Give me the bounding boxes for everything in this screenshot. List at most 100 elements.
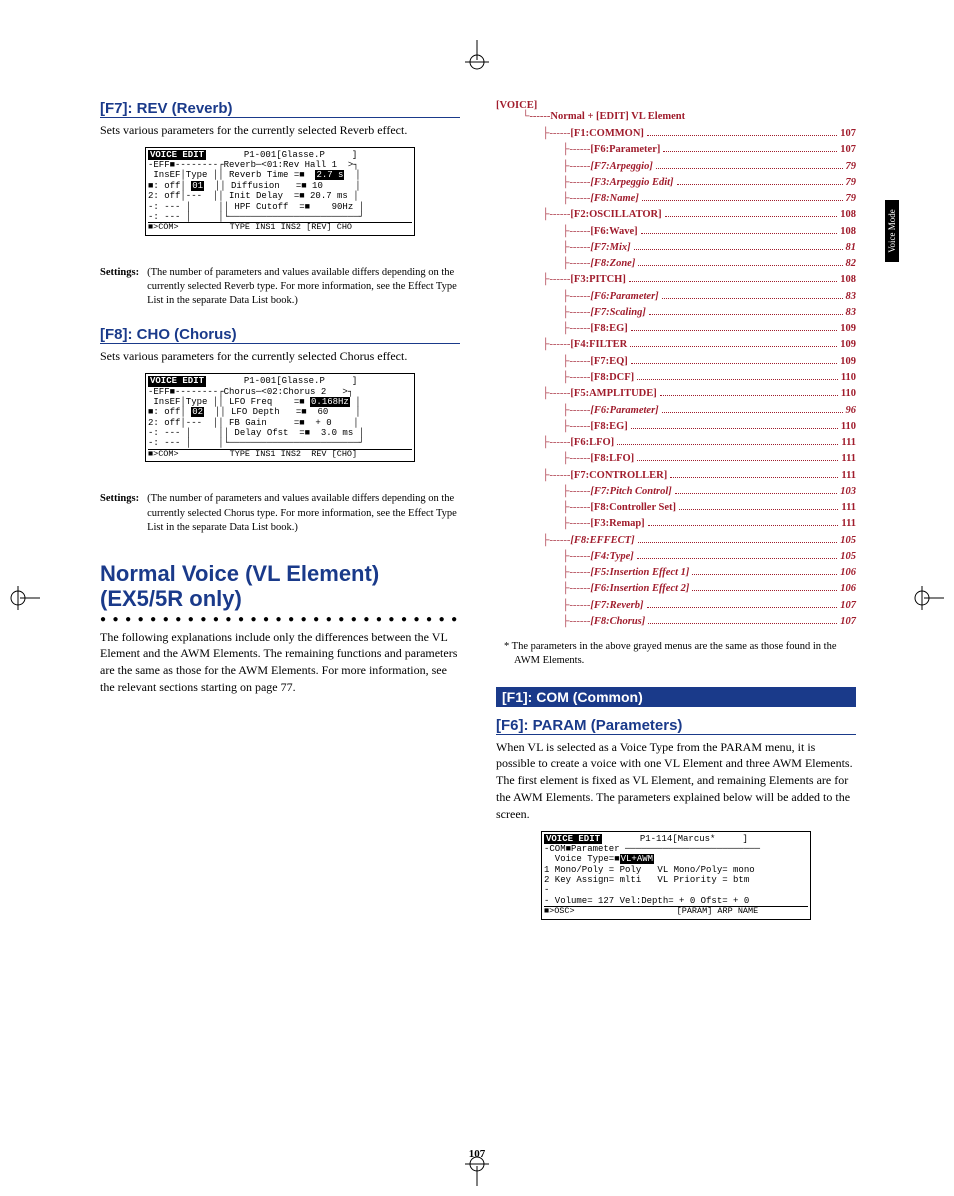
heading-param: [F6]: PARAM (Parameters) [496,717,856,735]
tree: └------Normal + [EDIT] VL Element ├-----… [496,111,856,630]
big-title-line1: Normal Voice (VL Element) [100,561,379,586]
tree-item: ├------[F3:PITCH]108 [542,272,856,288]
lcd-header-right: P1-114[Marcus* ] [640,834,748,844]
tree-item-label: [F8:Controller Set] [590,500,676,516]
heading-cho: [F8]: CHO (Chorus) [100,326,460,344]
crop-mark-right [914,578,944,618]
tree-item: ├------[F8:Zone]82 [562,256,856,272]
tree-item: ├------[F8:EFFECT]105 [542,533,856,549]
tree-item-page: 111 [841,516,856,532]
big-para: The following explanations include only … [100,629,460,696]
lcd-row: -: --- │ ││ Delay Ofst =■ 3.0 ms │ [148,428,412,438]
lcd-header: VOICE EDIT [544,834,602,844]
tree-item: ├------[F7:EQ]109 [562,354,856,370]
lcd-header-right: P1-001[Glasse.P ] [244,150,357,160]
tree-item: ├------[F3:Remap]111 [562,516,856,532]
tree-item: ├------[F8:Name]79 [562,191,856,207]
tree-item-page: 96 [846,403,857,419]
tree-item-page: 105 [840,533,856,549]
tree-item-label: [F8:DCF] [590,370,634,386]
lcd-reverb: VOICE EDIT P1-001[Glasse.P ] -EFF■------… [145,147,415,236]
tree-item-page: 109 [840,354,856,370]
tree-item-page: 79 [846,175,857,191]
tree-item-label: [F7:Scaling] [590,305,645,321]
tree-item: ├------[F2:OSCILLATOR]108 [542,207,856,223]
tree-item-page: 105 [840,549,856,565]
tree-item-page: 83 [846,289,857,305]
tree-item-label: [F3:Remap] [590,516,644,532]
lcd-row: -: --- │ │└────────────────────────┘ [148,212,412,222]
settings-label: Settings: [100,266,139,309]
tree-item: ├------[F8:LFO]111 [562,451,856,467]
lcd-row: -COM■Parameter ───────────────────────── [544,844,808,854]
lcd-row: ■: off│ 01 ││ Diffusion =■ 10 │ [148,181,412,191]
tree-item-page: 108 [840,207,856,223]
tree-item: ├------[F4:Type]105 [562,549,856,565]
tree-item-label: [F5:Insertion Effect 1] [590,565,689,581]
tree-item-page: 109 [840,321,856,337]
tree-item-page: 108 [840,224,856,240]
tree-item-page: 107 [840,614,856,630]
lcd-row: - Volume= 127 Vel:Depth= + 0 Ofst= + 0 [544,896,808,906]
tree-item-label: [F7:Mix] [590,240,630,256]
tree-item-label: [F7:EQ] [590,354,627,370]
tree-item: ├------[F4:FILTER109 [542,337,856,353]
tree-item: ├------[F6:Insertion Effect 2]106 [562,581,856,597]
big-title: Normal Voice (VL Element) (EX5/5R only) [100,561,460,612]
section-bar-common: [F1]: COM (Common) [496,687,856,707]
tree-item-label: [F6:Wave] [590,224,637,240]
settings-rev: Settings: (The number of parameters and … [100,266,460,309]
tree-note: * The parameters in the above grayed men… [496,640,856,668]
lcd-row: ■: off│ 02 ││ LFO Depth =■ 60 │ [148,407,412,417]
tree-item-label: [F8:EG] [590,321,627,337]
lcd-param: VOICE EDIT P1-114[Marcus* ] -COM■Paramet… [541,831,811,920]
tree-item: ├------[F7:Scaling]83 [562,305,856,321]
tree-item-page: 81 [846,240,857,256]
lcd-row: -: --- │ │└────────────────────────┘ [148,438,412,448]
crop-mark-top [457,40,497,70]
tree-item-label: [F7:Arpeggio] [590,159,652,175]
heading-rev: [F7]: REV (Reverb) [100,100,460,118]
lcd-row: 2 Key Assign= mlti VL Priority = btm [544,875,808,885]
tree-item-page: 82 [846,256,857,272]
lcd-chorus: VOICE EDIT P1-001[Glasse.P ] -EFF■------… [145,373,415,462]
lcd-row: InsEF│Type ││ Reverb Time =■ 2.7 s │ [148,170,412,180]
tree-item-page: 111 [841,468,856,484]
tree-item-page: 111 [841,500,856,516]
tree-item: ├------[F6:Parameter]96 [562,403,856,419]
tree-item-page: 103 [840,484,856,500]
settings-text: (The number of parameters and values ava… [147,492,460,535]
tree-item-page: 109 [840,337,856,353]
tree-item-label: [F8:EFFECT] [570,533,634,549]
tree-item-label: [F8:Name] [590,191,638,207]
crop-mark-bottom [457,1156,497,1186]
tree-item: ├------[F7:Mix]81 [562,240,856,256]
tree-item-label: [F1:COMMON] [570,126,643,142]
tree-item-label: [F6:Parameter] [590,289,658,305]
dotline: ● ● ● ● ● ● ● ● ● ● ● ● ● ● ● ● ● ● ● ● … [100,614,460,625]
tree-item-page: 111 [841,451,856,467]
lcd-row: -EFF■--------┌Reverb─<01:Rev Hall 1 >┐ [148,160,412,170]
tree-item-label: [F8:EG] [590,419,627,435]
crop-mark-left [10,578,40,618]
lcd-bottom: ■>COM> TYPE INS1 INS2 REV [CHO] [148,449,412,460]
para-rev: Sets various parameters for the currentl… [100,122,460,139]
tree-item: ├------[F7:CONTROLLER]111 [542,468,856,484]
para-cho: Sets various parameters for the currentl… [100,348,460,365]
tree-item: ├------[F6:Parameter]107 [562,142,856,158]
para-param: When VL is selected as a Voice Type from… [496,739,856,823]
tree-item: ├------[F8:DCF]110 [562,370,856,386]
tree-item-label: [F6:Parameter] [590,142,660,158]
tree-item-page: 110 [841,370,856,386]
tree-item-label: [F3:PITCH] [570,272,625,288]
tree-item-page: 108 [840,272,856,288]
tree-item-page: 79 [846,191,857,207]
lcd-bottom: ■>COM> TYPE INS1 INS2 [REV] CHO [148,222,412,233]
page-content: [F7]: REV (Reverb) Sets various paramete… [100,100,860,928]
tree-item: ├------[F7:Arpeggio]79 [562,159,856,175]
tree-item: ├------[F8:Controller Set]111 [562,500,856,516]
lcd-row: 1 Mono/Poly = Poly VL Mono/Poly= mono [544,865,808,875]
tree-item-page: 111 [841,435,856,451]
tree-item-page: 106 [840,581,856,597]
tree-item-label: [F5:AMPLITUDE] [570,386,656,402]
